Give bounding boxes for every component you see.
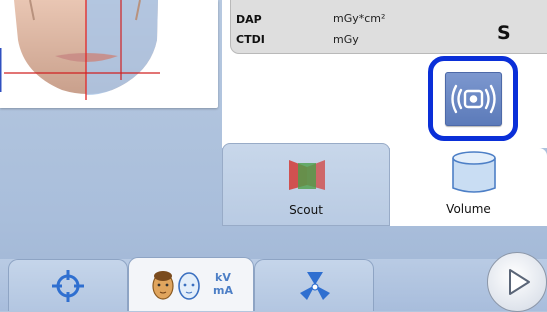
radiation-icon (300, 272, 330, 300)
next-button[interactable] (487, 252, 547, 312)
ma-label: mA (213, 284, 233, 297)
scan-button[interactable] (445, 72, 502, 126)
ctdi-unit: mGy (333, 33, 359, 46)
tab-volume[interactable]: Volume (390, 148, 547, 226)
face-positioning-image (0, 0, 160, 100)
patient-heads-icon (152, 271, 200, 300)
tab-volume-label: Volume (446, 202, 491, 216)
kv-label: kV (215, 271, 231, 284)
cylinder-icon (452, 151, 496, 193)
radiation-emit-icon (451, 84, 496, 114)
dose-panel: DAP mGy*cm² CTDI mGy S (230, 0, 547, 54)
patient-preview-panel (0, 0, 218, 108)
size-indicator: S (497, 22, 511, 44)
tab-scout[interactable]: Scout (222, 143, 390, 226)
scout-icon (289, 160, 325, 190)
tab-scout-label: Scout (289, 203, 323, 217)
crosshair-icon (52, 270, 84, 302)
ctdi-label: CTDI (236, 33, 265, 46)
tab-positioning[interactable] (8, 259, 128, 311)
play-icon (509, 269, 530, 295)
dap-label: DAP (236, 13, 262, 26)
dap-unit: mGy*cm² (333, 12, 386, 25)
tab-patient-exposure[interactable]: kV mA (128, 257, 254, 311)
tab-radiation[interactable] (254, 259, 374, 311)
